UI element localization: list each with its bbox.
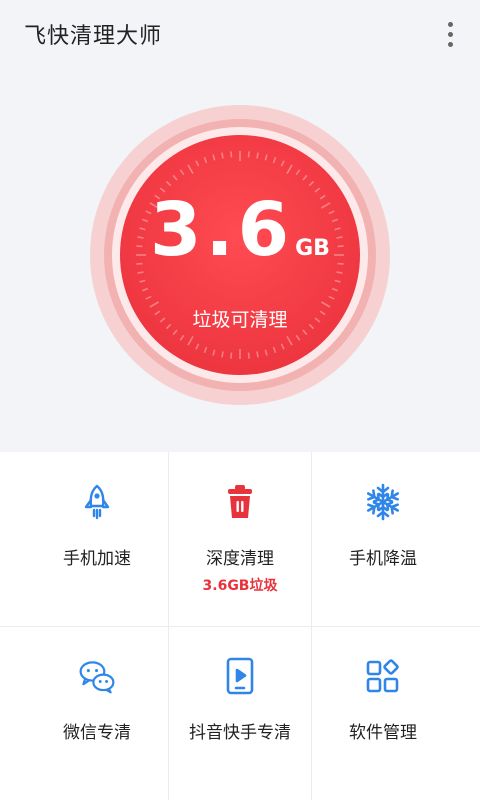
feature-phone-boost[interactable]: 手机加速 xyxy=(17,452,177,626)
trash-icon xyxy=(220,482,260,522)
junk-label: 垃圾可清理 xyxy=(192,309,288,331)
feature-label: 深度清理 xyxy=(206,549,274,569)
feature-label: 软件管理 xyxy=(349,723,417,743)
feature-grid: 手机加速 深度清理 3.6GB垃圾 手机降温 微信专清 抖音快手专清 软件管理 xyxy=(0,452,480,800)
header-area: 飞快清理大师 3.6GB 垃圾可清理 xyxy=(0,0,480,452)
junk-size: 3.6GB xyxy=(90,193,390,267)
feature-label: 手机降温 xyxy=(349,549,417,569)
feature-deep-clean[interactable]: 深度清理 3.6GB垃圾 xyxy=(160,452,320,626)
feature-wechat-clean[interactable]: 微信专清 xyxy=(17,626,177,800)
more-menu-icon[interactable] xyxy=(438,20,462,48)
junk-size-unit: GB xyxy=(295,236,330,261)
feature-label: 微信专清 xyxy=(63,723,131,743)
app-title: 飞快清理大师 xyxy=(24,24,163,49)
junk-size-value: 3.6 xyxy=(150,187,294,273)
junk-gauge[interactable]: 3.6GB 垃圾可清理 xyxy=(90,105,390,405)
video-play-icon xyxy=(220,656,260,696)
feature-douyin-kuaishou-clean[interactable]: 抖音快手专清 xyxy=(160,626,320,800)
junk-badge: 3.6GB垃圾 xyxy=(202,578,278,594)
wechat-icon xyxy=(77,656,117,696)
apps-grid-icon xyxy=(363,656,403,696)
rocket-icon xyxy=(77,482,117,522)
feature-phone-cooling[interactable]: 手机降温 xyxy=(303,452,463,626)
feature-app-management[interactable]: 软件管理 xyxy=(303,626,463,800)
snowflake-icon xyxy=(363,482,403,522)
feature-label: 抖音快手专清 xyxy=(189,723,291,743)
feature-label: 手机加速 xyxy=(63,549,131,569)
